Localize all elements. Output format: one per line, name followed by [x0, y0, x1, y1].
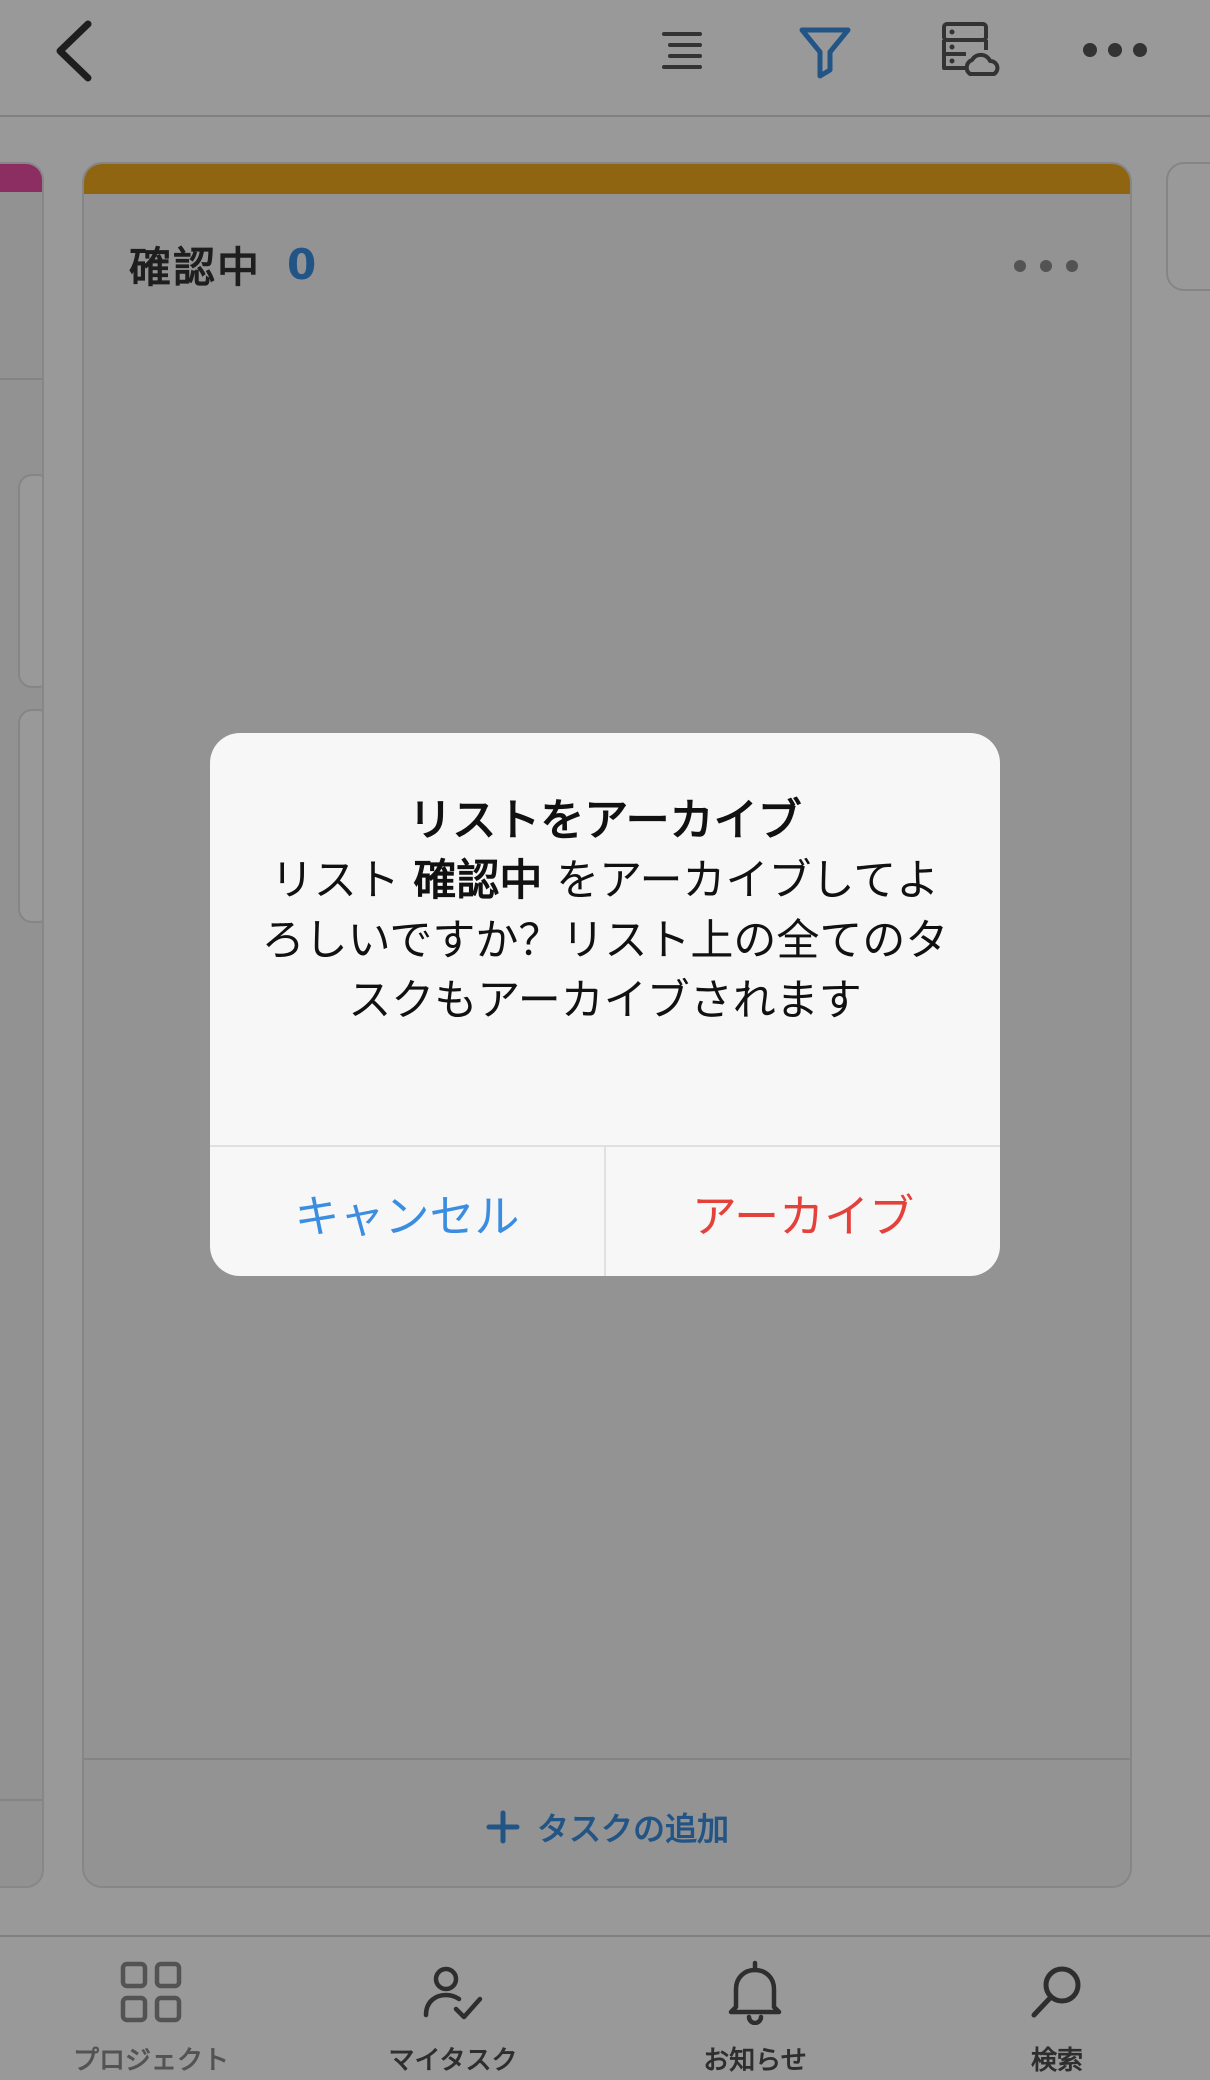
dialog-message-prefix: リスト — [270, 856, 414, 906]
cancel-button[interactable]: キャンセル — [210, 1147, 604, 1276]
dialog-title: リストをアーカイブ — [408, 795, 802, 846]
archive-list-dialog: リストをアーカイブ リスト 確認中 をアーカイブしてよろしいですか？リスト上の全… — [210, 733, 1000, 1276]
dialog-actions: キャンセル アーカイブ — [210, 1145, 1000, 1276]
archive-button[interactable]: アーカイブ — [604, 1147, 1000, 1276]
dialog-message-list-name: 確認中 — [413, 856, 543, 906]
dialog-body: リストをアーカイブ リスト 確認中 をアーカイブしてよろしいですか？リスト上の全… — [250, 793, 960, 1031]
dialog-message: リスト 確認中 をアーカイブしてよろしいですか？リスト上の全てのタスクもアーカイ… — [250, 851, 960, 1031]
